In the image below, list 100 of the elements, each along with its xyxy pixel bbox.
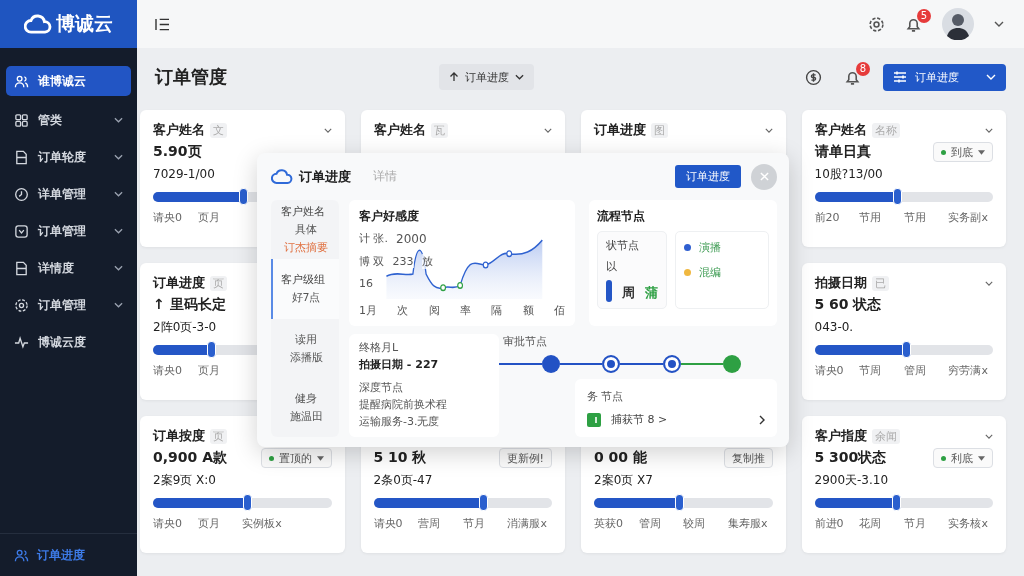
doc-icon [14,149,29,165]
card-title: 客户姓名 [814,121,867,139]
tick-label: 前进0 [814,516,845,531]
axis-label: 率 [460,303,471,318]
sidebar-item[interactable]: 订单轮度 [6,144,131,170]
card-title: 拍摄日期 [814,274,867,292]
tick-label: 请央0 [373,516,404,531]
chevron-down-icon[interactable] [985,127,993,133]
status-dropdown[interactable]: 复制推 [723,448,773,468]
status-dropdown[interactable]: 置顶的 [260,448,332,468]
clock-icon [14,186,29,202]
settings-icon[interactable] [868,15,885,33]
section-label: 深度节点 [359,380,404,395]
chevron-down-icon [114,117,123,123]
notification-badge: 5 [917,8,931,23]
node-text: 以 [606,259,618,274]
axis-label: 隔 [491,303,503,318]
chart-label: 计 张. [359,231,388,246]
check-icon [587,412,601,427]
card-title: 客户姓名 [153,121,205,139]
tick-label: 集寿服x [727,516,769,531]
sidebar-item[interactable]: 详情度 [6,255,131,281]
tick-label: 穷劳满x [948,363,989,378]
chevron-down-icon[interactable] [985,433,993,439]
sidebar-item[interactable]: 博诚云度 [6,329,131,355]
card-tag: 名称 [871,122,900,138]
card-date: 2900天-3.10 [814,472,889,489]
card-title: 订单进度 [153,274,205,292]
tick-label: 页月 [197,516,221,531]
chevron-down-icon [114,265,123,271]
progress-button[interactable]: 订单进度 [675,165,741,188]
sidebar-item[interactable]: 谁博诚云 [6,66,131,96]
node-title: 状节点 [606,238,640,253]
list-item[interactable]: 读用 添播版 [271,318,339,378]
dialog-subtitle: 详情 [373,168,397,185]
card-value: 5 10 秋 [373,449,427,467]
card-value: 5 60 状态 [814,296,882,314]
notification-badge: 8 [856,61,870,76]
info-text: 提醒病院前换术程 [359,397,448,412]
tick-label: 实例板x [242,516,283,531]
tick-label: 节用 [903,210,927,225]
tick-label: 管周 [903,363,927,378]
avatar[interactable] [942,8,974,40]
people-icon [14,547,29,563]
tick-label: 消满服x [507,516,548,531]
status-dropdown[interactable]: 到底 [933,142,993,162]
pulse-icon [14,334,29,350]
grid-icon [14,112,29,128]
chart-label: 233 [392,255,414,268]
card-title: 订单进度 [594,121,646,139]
action-dropdown-button[interactable]: 订单进度 [883,63,1006,91]
list-item[interactable]: 客户级组 好7点 [271,259,339,319]
axis-label: 1月 [359,303,377,318]
tick-label: 节周 [859,363,883,378]
chevron-right-icon[interactable] [759,414,765,425]
chevron-down-icon[interactable] [994,21,1004,27]
filter-dropdown[interactable]: 订单进度 [439,64,534,90]
people-icon [14,73,29,89]
tick-label: 节月 [903,516,927,531]
card-tag: 页 [210,428,227,444]
status-dropdown[interactable]: 更新例! [498,448,552,468]
dialog-title: 订单进度 [299,167,351,186]
axis-label: 佰 [553,303,565,318]
list-item[interactable]: 客户姓名 具体 订杰摘要 [271,200,339,260]
tick-label: 管周 [638,516,662,531]
card-date: 10股?13/00 [814,166,883,183]
cloud-icon [271,168,293,185]
chevron-down-icon[interactable] [985,280,993,286]
gear-icon [14,297,29,313]
axis-label: 阅 [428,303,440,318]
sidebar-item[interactable]: 订单管理 [6,292,131,318]
status-dropdown[interactable]: 利底 [933,448,993,468]
sidebar-item[interactable]: 详单管理 [6,181,131,207]
tick-label: 营周 [418,516,442,531]
card-tag: 文 [210,122,227,138]
list-item[interactable]: 健身 施温田 [271,377,339,437]
chevron-down-icon[interactable] [544,127,552,133]
chevron-down-icon[interactable] [323,127,332,133]
card-date: 2阵0页-3-0 [153,319,217,336]
card-value: ↑ 里码长定 [153,296,226,314]
tick-label: 请央0 [153,363,183,378]
coin-icon[interactable] [805,68,822,86]
chevron-down-icon [986,74,996,80]
card-value: 5 300状态 [814,449,887,467]
chevron-down-icon [114,191,123,197]
sidebar-item[interactable]: 管类 [6,107,131,133]
tick-label: 实务副x [948,210,989,225]
info-label: 终格月L [359,340,400,355]
sidebar-item[interactable]: 订单管理 [6,218,131,244]
chevron-down-icon[interactable] [764,127,773,133]
card-value: 5.90页 [153,143,202,161]
info-value: 拍摄日期 - 227 [359,357,440,372]
chevron-down-icon [114,154,123,160]
card-date: 043-0. [814,319,854,336]
tick-label: 节用 [859,210,883,225]
tick-label: 页月 [197,363,221,378]
card-value: 请单日真 [814,143,871,161]
sliders-icon [893,71,907,83]
menu-icon[interactable] [155,17,170,31]
legend-label: 演播 [699,240,721,255]
